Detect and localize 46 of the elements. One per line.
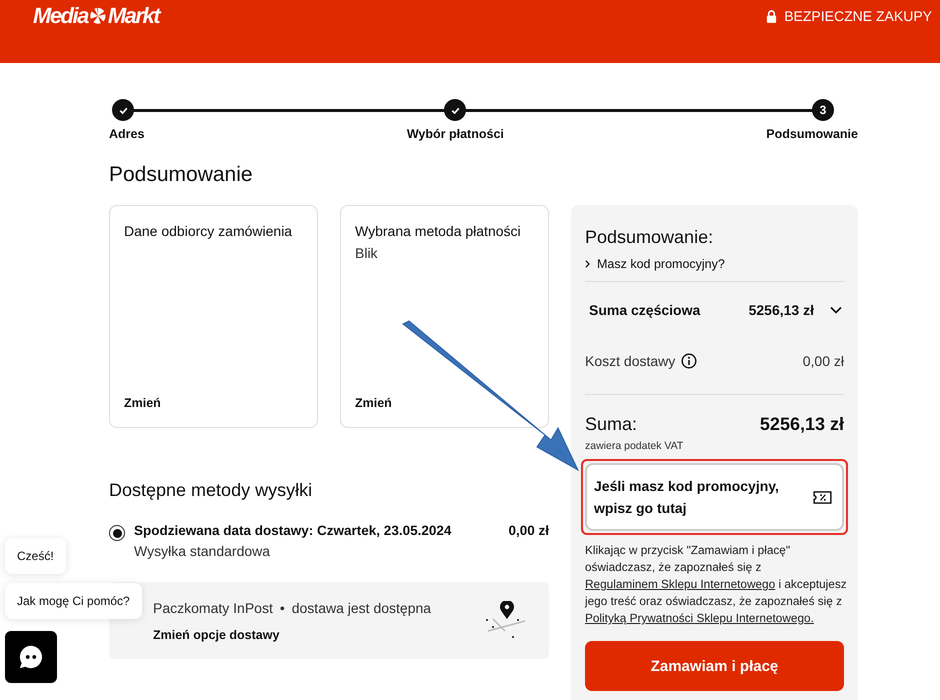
subtotal-value: 5256,13 zł	[748, 302, 814, 318]
chat-message: Jak mogę Ci pomóc?	[5, 583, 142, 619]
logo-text: Markt	[108, 3, 160, 29]
swirl-logo-icon	[88, 7, 107, 25]
chat-message: Cześć!	[5, 538, 66, 574]
step-label: Wybór płatności	[406, 127, 504, 141]
vat-note: zawiera podatek VAT	[585, 440, 684, 452]
change-delivery-link[interactable]: Zmień opcje dostawy	[153, 628, 432, 642]
delivery-date: Spodziewana data dostawy: Czwartek, 23.05.2024	[134, 523, 452, 538]
terms-link[interactable]: Regulaminem Sklepu Internetowego	[585, 577, 776, 591]
info-icon[interactable]	[681, 353, 698, 369]
separator-dot: •	[280, 600, 285, 616]
delivery-method: Wysyłka standardowa	[134, 543, 272, 559]
lock-icon	[766, 10, 778, 22]
section-title: Dostępne metody wysyłki	[109, 481, 314, 499]
shipping-cost-label: Koszt dostawy	[585, 353, 676, 369]
shipping-cost-value: 0,00 zł	[802, 353, 844, 369]
step-label: Podsumowanie	[766, 127, 858, 141]
radio-button[interactable]	[109, 525, 125, 541]
card-title: Dane odbiorcy zamówienia	[124, 223, 294, 239]
pickup-status: dostawa jest dostępna	[292, 600, 432, 616]
page-title: Podsumowanie	[109, 164, 254, 185]
card-value: Blik	[355, 245, 379, 261]
logo-text: Media	[33, 3, 88, 29]
order-button[interactable]: Zamawiam i płacę	[585, 641, 844, 691]
secure-shopping-label: BEZPIECZNE ZAKUPY	[784, 8, 932, 24]
promo-code-toggle[interactable]: Masz kod promocyjny?	[585, 257, 844, 271]
chevron-icon	[585, 260, 590, 268]
change-link[interactable]: Zmień	[355, 396, 534, 410]
total-label: Suma:	[585, 414, 638, 435]
privacy-policy-link[interactable]: Polityką Prywatności Sklepu Internetowego.	[585, 611, 814, 625]
chat-button[interactable]	[5, 631, 57, 683]
consent-text: Klikając w przycisk "Zamawiam i płacę" oświadczasz, że zapoznałeś się z Regulaminem Sklepu Internetowego i akceptujesz jego treść oraz oświadczasz, że zapoznałeś się z Polityką Prywatności Sklepu Internetowego.	[585, 542, 848, 627]
card-title: Wybrana metoda płatności	[355, 223, 522, 239]
pickup-name: Paczkomaty InPost	[153, 600, 273, 616]
coupon-icon	[813, 490, 832, 504]
chat-icon	[17, 643, 45, 671]
summary-title: Podsumowanie:	[585, 227, 714, 248]
step-number: 3	[812, 99, 834, 121]
subtotal-label: Suma częściowa	[589, 302, 700, 318]
step-label: Adres	[109, 127, 144, 141]
total-value: 5256,13 zł	[760, 414, 844, 435]
delivery-price: 0,00 zł	[508, 523, 549, 538]
chevron-icon[interactable]	[830, 306, 842, 314]
promo-code-field[interactable]: Jeśli masz kod promocyjny, wpisz go tutaj	[585, 463, 844, 531]
change-link[interactable]: Zmień	[124, 396, 303, 410]
